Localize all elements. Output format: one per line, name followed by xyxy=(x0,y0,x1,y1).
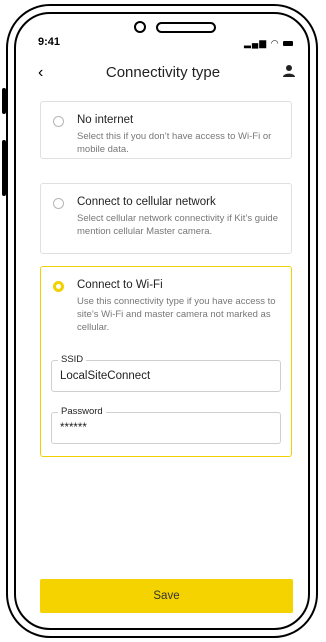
option-title: Connect to Wi-Fi xyxy=(77,279,163,291)
page-title: Connectivity type xyxy=(105,64,221,81)
ssid-field[interactable]: SSID LocalSiteConnect xyxy=(51,354,281,392)
password-label: Password xyxy=(58,406,106,417)
side-button-top xyxy=(2,88,6,114)
user-icon[interactable] xyxy=(282,64,296,78)
speaker-icon xyxy=(156,22,216,33)
option-description: Select cellular network connectivity if … xyxy=(77,213,279,237)
option-title: Connect to cellular network xyxy=(77,196,216,208)
save-button[interactable]: Save xyxy=(40,579,293,613)
option-description: Select this if you don’t have access to … xyxy=(77,131,272,155)
option-title: No internet xyxy=(77,114,134,126)
option-cellular[interactable]: Connect to cellular network Select cellu… xyxy=(40,183,292,254)
wifi-icon: ◠ xyxy=(270,38,280,48)
radio-button[interactable] xyxy=(53,116,64,127)
radio-button-selected[interactable] xyxy=(53,281,64,292)
battery-icon xyxy=(283,41,294,47)
option-description: Use this connectivity type if you have a… xyxy=(77,296,276,333)
password-field[interactable]: Password ****** xyxy=(51,406,281,444)
ssid-label: SSID xyxy=(58,354,87,365)
side-button-bottom xyxy=(2,140,6,196)
status-time: 9:41 xyxy=(38,36,61,48)
option-no-internet[interactable]: No internet Select this if you don’t hav… xyxy=(40,101,292,159)
password-value: ****** xyxy=(60,422,87,434)
status-icons: ▂▄▆ ◠ xyxy=(244,38,294,49)
signal-icon: ▂▄▆ xyxy=(244,38,268,48)
radio-button[interactable] xyxy=(53,198,64,209)
ssid-value: LocalSiteConnect xyxy=(60,370,151,382)
option-wifi[interactable]: Connect to Wi-Fi Use this connectivity t… xyxy=(40,266,292,457)
camera-icon xyxy=(134,21,146,33)
